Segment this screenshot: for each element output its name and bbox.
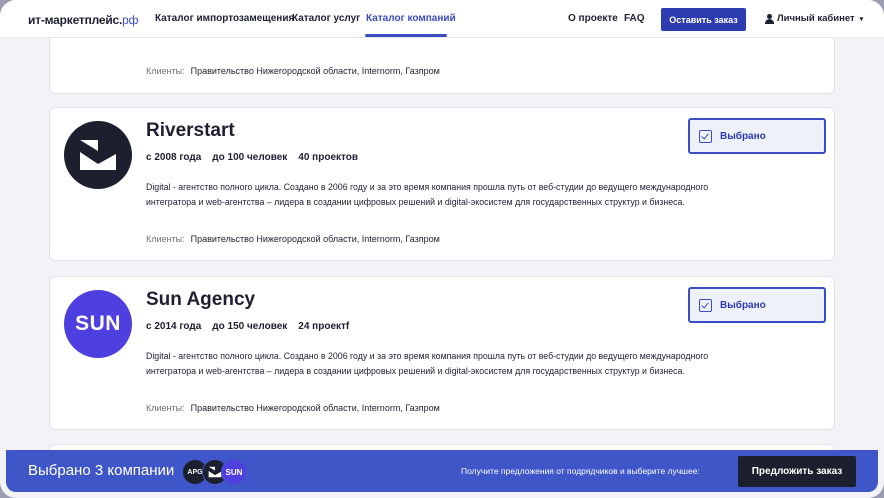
company-name[interactable]: Sun Agency xyxy=(146,289,255,311)
clients-line: Клиенты: Правительство Нижегородской обла… xyxy=(146,403,440,413)
clients-label: Клиенты: xyxy=(146,403,185,413)
clients-value: Правительство Нижегородской области, Int… xyxy=(190,234,440,244)
clients-label: Клиенты: xyxy=(146,234,185,244)
selected-company-avatar[interactable]: SUN xyxy=(221,459,247,485)
leave-order-button[interactable]: Оставить заказ xyxy=(661,8,746,31)
active-nav-indicator xyxy=(365,34,447,37)
riverstart-logo-icon xyxy=(208,466,222,478)
stat-projects: 40 проектов xyxy=(298,152,359,163)
clients-value: Правительство Нижегородской области, Int… xyxy=(190,66,440,76)
sun-agency-logo: SUN xyxy=(64,290,132,358)
personal-cabinet-menu[interactable]: Личный кабинет ▾ xyxy=(765,13,863,24)
nav-companies-catalog[interactable]: Каталог компаний xyxy=(366,13,456,24)
riverstart-logo xyxy=(64,121,132,189)
sun-logo-text: SUN xyxy=(75,312,121,335)
stat-since: с 2008 года xyxy=(146,152,202,163)
selected-toggle-button[interactable]: Выбрано xyxy=(688,118,826,154)
selected-label: Выбрано xyxy=(720,130,766,142)
user-icon xyxy=(765,13,774,24)
selected-toggle-button[interactable]: Выбрано xyxy=(688,287,826,323)
logo-tld-text: рф xyxy=(122,13,139,27)
clients-value: Правительство Нижегородской области, Int… xyxy=(190,403,440,413)
selected-label: Выбрано xyxy=(720,299,766,311)
clients-line: Клиенты: Правительство Нижегородской обла… xyxy=(146,234,440,244)
description-line: Digital - агентство полного цикла. Созда… xyxy=(146,351,709,361)
company-description: Digital - агентство полного цикла. Созда… xyxy=(146,180,746,210)
clients-line: Клиенты: Правительство Нижегородской обла… xyxy=(146,66,440,76)
selection-hint: Получите предложения от подрядчиков и вы… xyxy=(461,466,700,476)
riverstart-logo-icon xyxy=(80,140,116,170)
app-frame: ит-маркетплейс.рф Каталог импортозамещен… xyxy=(0,0,884,498)
logo-main-text: ит-маркетплейс. xyxy=(28,13,123,27)
stat-staff: до 150 человек xyxy=(212,321,288,332)
nav-faq[interactable]: FAQ xyxy=(624,13,645,24)
description-line: интегратора и web-агентства – лидера в с… xyxy=(146,197,685,207)
cabinet-label: Личный кабинет xyxy=(777,13,855,24)
nav-import-catalog[interactable]: Каталог импортозамещения xyxy=(155,13,294,24)
chevron-down-icon: ▾ xyxy=(859,15,864,23)
stat-projects: 24 проектf xyxy=(298,321,350,332)
description-line: интегратора и web-агентства – лидера в с… xyxy=(146,366,685,376)
company-card-sun-agency[interactable]: SUN Sun Agency с 2014 года до 150 человек… xyxy=(49,276,835,430)
nav-services-catalog[interactable]: Каталог услуг xyxy=(292,13,360,24)
site-logo[interactable]: ит-маркетплейс.рф xyxy=(28,13,139,27)
checkbox-checked-icon xyxy=(699,298,712,312)
stat-since: с 2014 года xyxy=(146,321,202,332)
top-header: ит-маркетплейс.рф Каталог импортозамещен… xyxy=(0,0,884,38)
company-card-riverstart[interactable]: Riverstart с 2008 года до 100 человек 40 п… xyxy=(49,107,835,261)
nav-about[interactable]: О проекте xyxy=(568,13,618,24)
clients-label: Клиенты: xyxy=(146,66,185,76)
company-stats: с 2014 года до 150 человек 24 проектf xyxy=(146,321,360,332)
stat-staff: до 100 человек xyxy=(212,152,288,163)
description-line: Digital - агентство полного цикла. Созда… xyxy=(146,182,709,192)
selection-bar: Выбрано 3 компании APG SUN Получите пред… xyxy=(6,450,878,492)
company-name[interactable]: Riverstart xyxy=(146,120,235,142)
company-description: Digital - агентство полного цикла. Созда… xyxy=(146,349,746,379)
company-stats: с 2008 года до 100 человек 40 проектов xyxy=(146,152,369,163)
checkbox-checked-icon xyxy=(699,129,712,143)
propose-order-button[interactable]: Предложить заказ xyxy=(738,456,856,487)
selected-count-title: Выбрано 3 компании xyxy=(28,462,175,479)
